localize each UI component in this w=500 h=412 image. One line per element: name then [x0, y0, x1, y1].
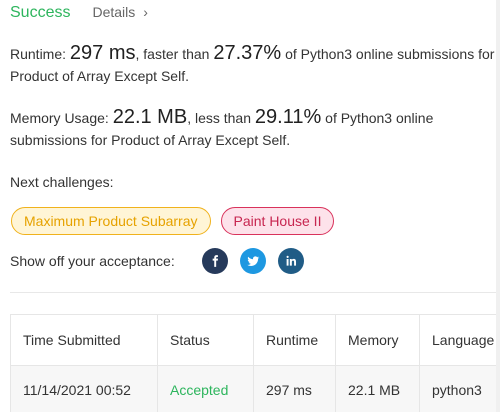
- runtime-label: Runtime:: [10, 46, 67, 62]
- cell-language: python3: [432, 381, 482, 398]
- result-header: Success Details ›: [10, 4, 148, 22]
- details-label: Details: [92, 4, 136, 20]
- memory-label: Memory Usage:: [10, 110, 109, 126]
- column-header-status: Status: [158, 315, 254, 365]
- challenge-tag-paint-house-ii[interactable]: Paint House II: [220, 207, 335, 235]
- divider: [10, 292, 496, 293]
- runtime-stat: Runtime: 297 ms, faster than 27.37% of P…: [10, 42, 495, 87]
- linkedin-icon[interactable]: [277, 248, 304, 274]
- column-header-language: Language: [432, 332, 495, 348]
- challenge-tag-maximum-product-subarray[interactable]: Maximum Product Subarray: [11, 207, 211, 235]
- twitter-icon[interactable]: [239, 248, 266, 274]
- status-accepted-link[interactable]: Accepted: [170, 382, 228, 398]
- next-challenges-label: Next challenges:: [10, 174, 114, 190]
- memory-comparison: , less than: [187, 110, 252, 126]
- memory-value: 22.1 MB: [112, 106, 188, 128]
- details-link[interactable]: Details ›: [92, 4, 147, 20]
- table-header-row: Time Submitted Status Runtime Memory Lan…: [11, 315, 500, 365]
- cell-status: Accepted: [158, 366, 254, 412]
- memory-stat: Memory Usage: 22.1 MB, less than 29.11% …: [10, 106, 495, 151]
- share-section: Show off your acceptance:: [10, 248, 304, 274]
- scrollbar-track[interactable]: [496, 0, 500, 412]
- column-header-memory: Memory: [336, 315, 420, 365]
- share-label: Show off your acceptance:: [10, 253, 175, 269]
- next-challenges-list: Maximum Product Subarray Paint House II: [11, 207, 335, 235]
- runtime-comparison: , faster than: [135, 46, 210, 62]
- submissions-table: Time Submitted Status Runtime Memory Lan…: [10, 314, 500, 412]
- runtime-percent: 27.37%: [213, 42, 282, 64]
- cell-time-submitted: 11/14/2021 00:52: [11, 366, 158, 412]
- column-header-time-submitted: Time Submitted: [11, 315, 158, 365]
- memory-percent: 29.11%: [254, 106, 322, 128]
- cell-runtime: 297 ms: [254, 366, 336, 412]
- table-row: 11/14/2021 00:52 Accepted 297 ms 22.1 MB…: [11, 365, 500, 412]
- facebook-icon[interactable]: [201, 248, 228, 274]
- chevron-right-icon: ›: [143, 4, 148, 20]
- runtime-value: 297 ms: [69, 42, 136, 64]
- column-header-runtime: Runtime: [254, 315, 336, 365]
- status-label: Success: [10, 4, 71, 21]
- cell-memory: 22.1 MB: [336, 366, 420, 412]
